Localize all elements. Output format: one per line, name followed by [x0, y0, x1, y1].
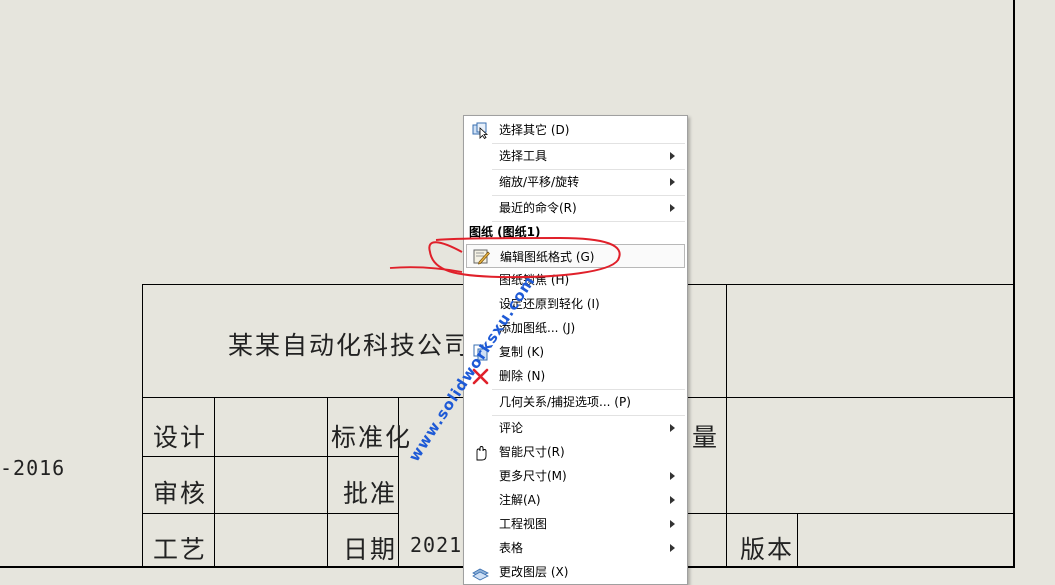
menu-item-label: 智能尺寸(R) — [499, 445, 565, 459]
change-layer-icon — [472, 568, 489, 581]
menu-item-comment[interactable]: 评论 — [466, 416, 685, 440]
menu-separator — [492, 221, 685, 222]
submenu-arrow-icon — [670, 152, 675, 160]
menu-item-label: 评论 — [499, 421, 524, 435]
submenu-arrow-icon — [670, 520, 675, 528]
title-block-version-value-cell — [797, 513, 1014, 568]
menu-item-label: 复制 (K) — [499, 345, 545, 359]
label-version: 版本 — [740, 535, 795, 564]
title-block-right-mid-cell — [726, 397, 1014, 514]
label-quantity: 量 — [692, 423, 720, 452]
menu-item-select-other[interactable]: 选择其它 (D) — [466, 118, 685, 142]
label-date: 日期 — [343, 535, 398, 564]
menu-item-zoom-pan-rotate[interactable]: 缩放/平移/旋转 — [466, 170, 685, 194]
menu-item-smart-dimension[interactable]: 智能尺寸(R) — [466, 440, 685, 464]
menu-item-label: 表格 — [499, 541, 524, 555]
standard-number-partial: -2016 — [0, 456, 66, 480]
menu-item-label: 删除 (N) — [499, 369, 546, 383]
label-design: 设计 — [153, 423, 208, 452]
label-approve: 批准 — [343, 479, 398, 508]
title-block-process-value-cell — [214, 513, 328, 568]
menu-section-header: 图纸 (图纸1) — [469, 225, 541, 239]
menu-item-tables[interactable]: 表格 — [466, 536, 685, 560]
menu-item-label: 编辑图纸格式 (G) — [500, 250, 595, 264]
label-standardization: 标准化 — [331, 423, 413, 452]
menu-item-label: 最近的命令(R) — [499, 201, 577, 215]
label-review: 审核 — [153, 479, 208, 508]
submenu-arrow-icon — [670, 424, 675, 432]
menu-item-label: 选择其它 (D) — [499, 123, 570, 137]
title-block-review-value-cell — [214, 456, 328, 514]
menu-item-edit-sheet-format[interactable]: 编辑图纸格式 (G) — [466, 244, 685, 268]
company-name: 某某自动化科技公司 — [228, 331, 472, 360]
submenu-arrow-icon — [670, 544, 675, 552]
menu-item-more-dimensions[interactable]: 更多尺寸(M) — [466, 464, 685, 488]
submenu-arrow-icon — [670, 472, 675, 480]
menu-item-drawing-views[interactable]: 工程视图 — [466, 512, 685, 536]
menu-item-label: 更改图层 (X) — [499, 565, 569, 579]
smart-dimension-icon — [476, 446, 487, 461]
menu-item-select-tools[interactable]: 选择工具 — [466, 144, 685, 168]
context-menu[interactable]: 选择其它 (D) 选择工具 缩放/平移/旋转 最近的命令(R) 图纸 (图纸1)… — [463, 115, 688, 585]
title-block-qty-cell — [686, 397, 727, 514]
label-process: 工艺 — [153, 535, 208, 564]
menu-item-delete[interactable]: 删除 (N) — [466, 364, 685, 388]
menu-item-label: 工程视图 — [499, 517, 548, 531]
submenu-arrow-icon — [670, 496, 675, 504]
menu-item-copy[interactable]: 复制 (K) — [466, 340, 685, 364]
select-other-icon — [472, 122, 489, 139]
menu-item-label: 注解(A) — [499, 493, 541, 507]
submenu-arrow-icon — [670, 204, 675, 212]
menu-item-recent-commands[interactable]: 最近的命令(R) — [466, 196, 685, 220]
menu-item-change-layer[interactable]: 更改图层 (X) — [466, 560, 685, 584]
submenu-arrow-icon — [670, 178, 675, 186]
menu-item-label: 选择工具 — [499, 149, 548, 163]
menu-item-annotations[interactable]: 注解(A) — [466, 488, 685, 512]
menu-item-label: 几何关系/捕捉选项... (P) — [499, 395, 631, 409]
menu-item-label: 更多尺寸(M) — [499, 469, 567, 483]
menu-item-label: 缩放/平移/旋转 — [499, 175, 580, 189]
title-block-right-cell — [726, 284, 1014, 398]
menu-item-lock-sheet-focus[interactable]: 图纸锁焦 (H) — [466, 268, 685, 292]
edit-sheet-format-icon — [473, 249, 490, 265]
menu-item-relations-snaps-options[interactable]: 几何关系/捕捉选项... (P) — [466, 390, 685, 414]
title-block-design-value-cell — [214, 397, 328, 457]
